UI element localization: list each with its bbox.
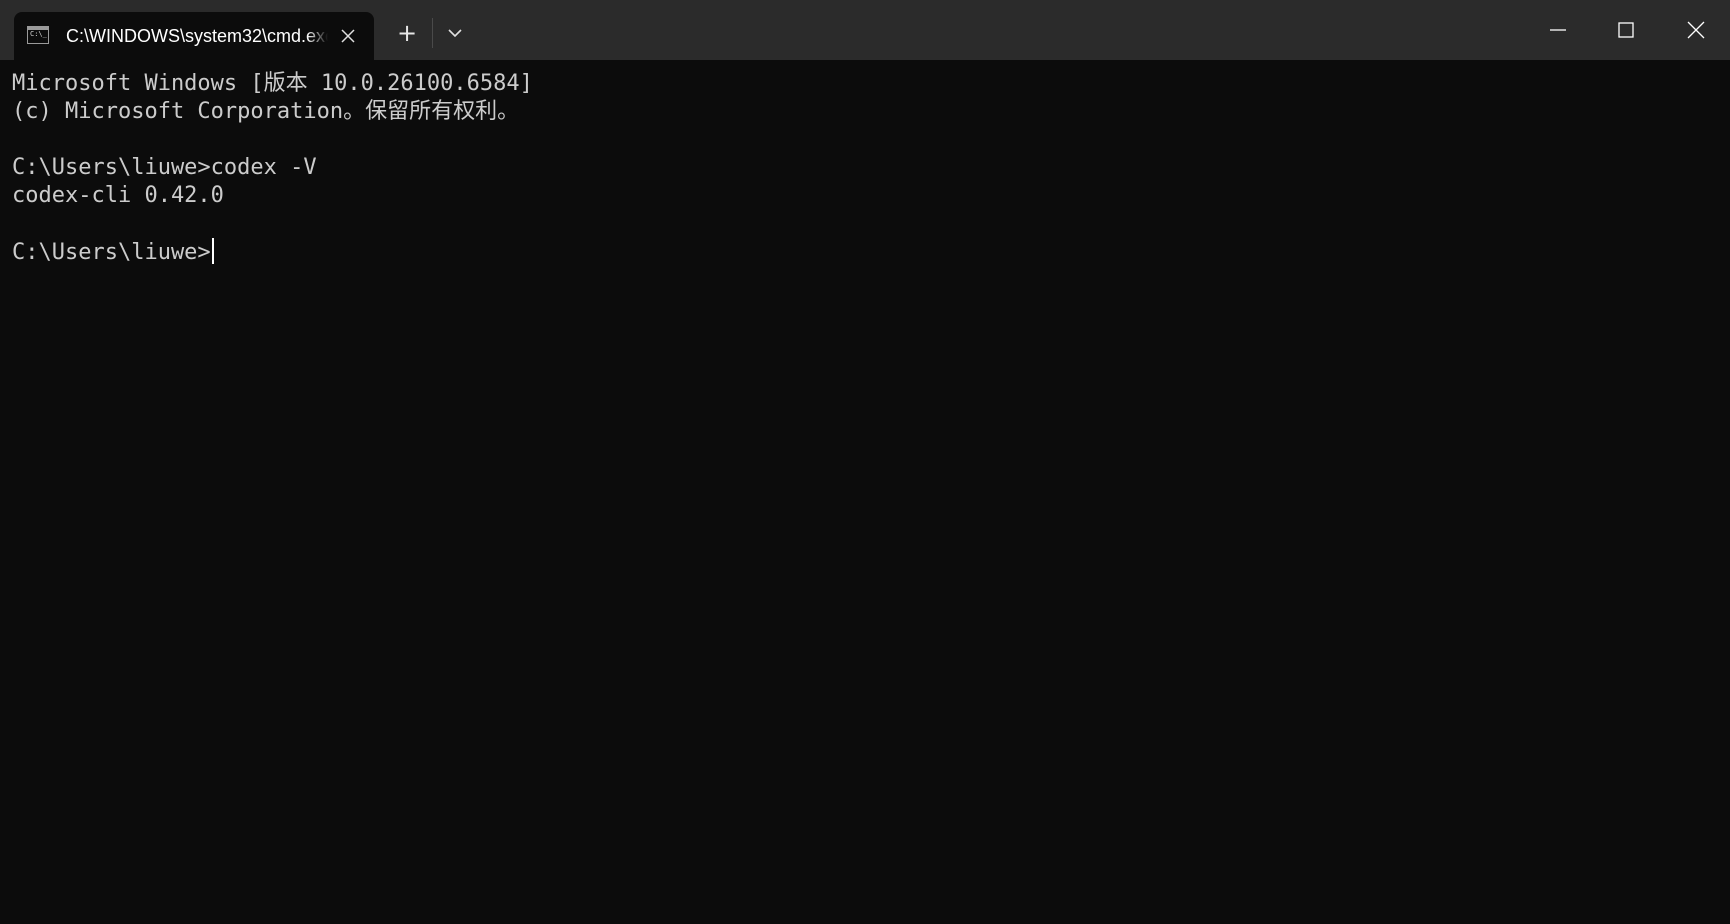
new-tab-button[interactable]: + bbox=[390, 16, 424, 50]
tab-close-button[interactable] bbox=[336, 24, 360, 48]
terminal-line: (c) Microsoft Corporation。保留所有权利。 bbox=[12, 99, 520, 124]
terminal-line: Microsoft Windows [版本 10.0.26100.6584] bbox=[12, 71, 533, 96]
close-window-button[interactable] bbox=[1662, 0, 1730, 60]
minimize-button[interactable] bbox=[1524, 0, 1592, 60]
terminal-line: C:\Users\liuwe>codex -V bbox=[12, 155, 317, 180]
tab-title: C:\WINDOWS\system32\cmd.exe bbox=[66, 26, 328, 46]
minimize-icon bbox=[1550, 29, 1566, 31]
close-icon bbox=[341, 29, 355, 43]
command-input-line[interactable]: C:\Users\liuwe> bbox=[12, 238, 1718, 266]
chevron-down-icon bbox=[448, 29, 462, 38]
tab-divider bbox=[432, 18, 433, 48]
title-bar[interactable]: C:\_ C:\WINDOWS\system32\cmd.exe + bbox=[0, 0, 1730, 60]
terminal-output[interactable]: Microsoft Windows [版本 10.0.26100.6584] (… bbox=[0, 60, 1730, 924]
text-cursor bbox=[211, 238, 214, 264]
tab-cmd[interactable]: C:\_ C:\WINDOWS\system32\cmd.exe bbox=[14, 12, 374, 60]
close-icon bbox=[1687, 21, 1705, 39]
tab-dropdown-button[interactable] bbox=[438, 16, 472, 50]
command-prompt: C:\Users\liuwe> bbox=[12, 240, 211, 265]
maximize-icon bbox=[1618, 22, 1634, 38]
terminal-line: codex-cli 0.42.0 bbox=[12, 183, 224, 208]
terminal-window: C:\_ C:\WINDOWS\system32\cmd.exe + Micro… bbox=[0, 0, 1730, 924]
maximize-button[interactable] bbox=[1592, 0, 1660, 60]
cmd-icon: C:\_ bbox=[27, 26, 49, 44]
